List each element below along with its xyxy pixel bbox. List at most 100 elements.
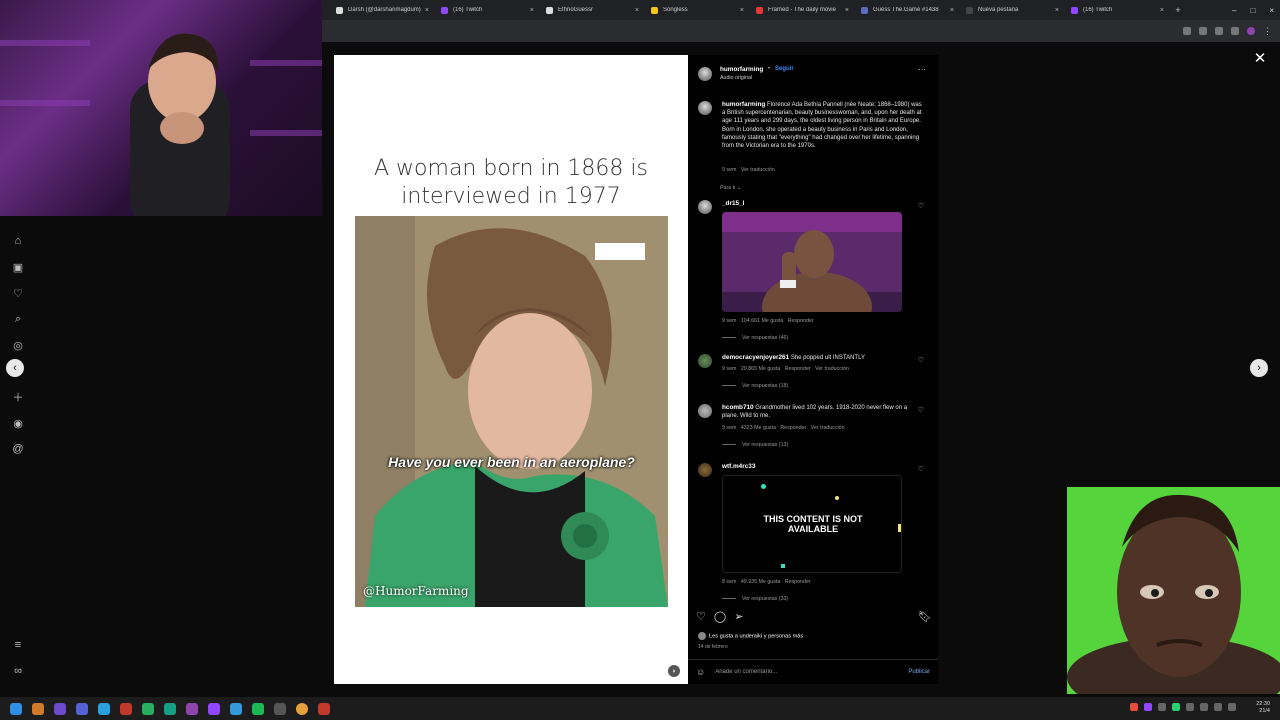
mute-button[interactable]: ◗: [668, 665, 680, 677]
more-options-icon[interactable]: ···: [918, 65, 926, 74]
extension-icon[interactable]: [1215, 27, 1223, 35]
browser-tab[interactable]: Framed - The daily movie ×: [750, 0, 855, 20]
browser-tab[interactable]: Guess The.Game #1438 ×: [855, 0, 960, 20]
tab-close-icon[interactable]: ×: [950, 7, 954, 14]
explore-icon[interactable]: ◎: [11, 338, 25, 352]
previous-post-button[interactable]: ‹: [6, 359, 24, 377]
comment-author[interactable]: wtf.m4rc33: [722, 463, 755, 470]
comment-input[interactable]: [715, 668, 909, 675]
browser-tab[interactable]: Nueva pestaña ×: [960, 0, 1065, 20]
view-replies-link[interactable]: Ver respuestas (33): [722, 596, 788, 602]
profile-icon[interactable]: [1247, 27, 1255, 35]
close-window-button[interactable]: ×: [1269, 6, 1274, 15]
app-icon[interactable]: [142, 702, 154, 715]
browser-tab[interactable]: Songless ×: [645, 0, 750, 20]
post-media[interactable]: A woman born in 1868 is interviewed in 1…: [334, 55, 688, 684]
tab-close-icon[interactable]: ×: [530, 7, 534, 14]
heart-icon[interactable]: ♡: [918, 356, 924, 364]
heart-icon[interactable]: ♡: [918, 406, 924, 414]
reels-icon[interactable]: ▣: [11, 260, 25, 274]
minimize-button[interactable]: –: [1232, 6, 1236, 15]
comment-gif[interactable]: THIS CONTENT IS NOT AVAILABLE: [722, 475, 902, 573]
next-post-button[interactable]: ›: [1250, 359, 1268, 377]
bookmark-star-icon[interactable]: [1231, 27, 1239, 35]
home-icon[interactable]: ⌂: [11, 234, 25, 248]
reply-link[interactable]: Responder: [785, 579, 811, 585]
post-author[interactable]: humorfarming: [720, 66, 763, 73]
system-clock[interactable]: 22:30 21/4: [1256, 701, 1270, 715]
heart-icon[interactable]: ♡: [918, 202, 924, 210]
maximize-button[interactable]: □: [1250, 6, 1255, 15]
more-menu-icon[interactable]: ≡: [11, 638, 25, 652]
likes-summary[interactable]: Les gusta a underaiki y personas más: [698, 632, 803, 640]
search-icon[interactable]: ⌕: [11, 312, 25, 326]
caption-author[interactable]: humorfarming: [722, 101, 765, 108]
view-replies-link[interactable]: Ver respuestas (46): [722, 335, 788, 341]
create-icon[interactable]: ＋: [11, 390, 25, 404]
tray-icon[interactable]: [1172, 703, 1180, 711]
for-you-label[interactable]: Para ti ⌄: [720, 185, 741, 191]
tab-close-icon[interactable]: ×: [425, 7, 429, 14]
comment-author[interactable]: democracyenjoyer261: [722, 354, 789, 361]
extension-icon[interactable]: [1199, 27, 1207, 35]
search-icon[interactable]: [32, 702, 44, 715]
avatar[interactable]: [698, 463, 712, 477]
browser-tab[interactable]: EthnoGuessr ×: [540, 0, 645, 20]
comment-gif[interactable]: [722, 212, 902, 312]
avatar[interactable]: [698, 200, 712, 214]
video-frame[interactable]: Have you ever been in an aeroplane? @Hum…: [355, 216, 668, 607]
comment-author[interactable]: _dr15_l: [722, 200, 744, 207]
tray-icon[interactable]: [1186, 703, 1194, 711]
heart-icon[interactable]: ♡: [696, 610, 706, 624]
meta-icon[interactable]: ∞: [11, 664, 25, 678]
tray-icon[interactable]: [1130, 703, 1138, 711]
bookmark-icon[interactable]: 🔖︎: [918, 610, 932, 624]
view-replies-link[interactable]: Ver respuestas (18): [722, 383, 788, 389]
browser-tab[interactable]: (16) Twitch ×: [1065, 0, 1170, 20]
emoji-icon[interactable]: ☺: [696, 667, 705, 677]
browser-tab[interactable]: (16) Twitch ×: [435, 0, 540, 20]
app-icon[interactable]: [274, 702, 286, 715]
tab-close-icon[interactable]: ×: [845, 7, 849, 14]
app-icon[interactable]: [208, 702, 220, 715]
avatar[interactable]: [698, 354, 712, 368]
profile-icon[interactable]: ◉: [11, 416, 25, 430]
avatar[interactable]: [698, 404, 712, 418]
avatar[interactable]: [698, 67, 712, 81]
tab-close-icon[interactable]: ×: [740, 7, 744, 14]
app-icon[interactable]: [120, 702, 132, 715]
spotify-icon[interactable]: [252, 702, 264, 715]
tab-close-icon[interactable]: ×: [635, 7, 639, 14]
threads-icon[interactable]: @: [11, 442, 25, 456]
translate-link[interactable]: Ver traducción: [741, 167, 775, 173]
translate-link[interactable]: Ver traducción: [815, 366, 849, 372]
volume-icon[interactable]: [1228, 703, 1236, 711]
avatar[interactable]: [698, 101, 712, 115]
publish-button[interactable]: Publicar: [908, 669, 930, 675]
app-icon[interactable]: [76, 702, 88, 715]
browser-tab[interactable]: Darsh (@darshanmagdum) ×: [330, 0, 435, 20]
app-icon[interactable]: [230, 702, 242, 715]
tray-icon[interactable]: [1158, 703, 1166, 711]
new-tab-button[interactable]: +: [1170, 0, 1186, 20]
share-icon[interactable]: ➢: [734, 610, 743, 624]
app-icon[interactable]: [318, 702, 330, 715]
menu-icon[interactable]: ⋮: [1263, 26, 1272, 37]
comment-icon[interactable]: ◯: [714, 610, 726, 624]
app-icon[interactable]: [186, 702, 198, 715]
view-replies-link[interactable]: Ver respuestas (13): [722, 442, 788, 448]
audio-label[interactable]: Audio original: [720, 75, 752, 81]
telegram-icon[interactable]: [98, 702, 110, 715]
app-icon[interactable]: [164, 702, 176, 715]
windows-start-icon[interactable]: [10, 702, 22, 715]
task-view-icon[interactable]: [54, 702, 66, 715]
notifications-icon[interactable]: ♡: [11, 286, 25, 300]
tray-icon[interactable]: [1200, 703, 1208, 711]
heart-icon[interactable]: ♡: [918, 465, 924, 473]
follow-button[interactable]: Seguir: [775, 66, 794, 72]
extension-icon[interactable]: [1183, 27, 1191, 35]
chrome-icon[interactable]: [296, 702, 308, 715]
tab-close-icon[interactable]: ×: [1055, 7, 1059, 14]
tray-icon[interactable]: [1144, 703, 1152, 711]
reply-link[interactable]: Responder: [780, 425, 806, 431]
